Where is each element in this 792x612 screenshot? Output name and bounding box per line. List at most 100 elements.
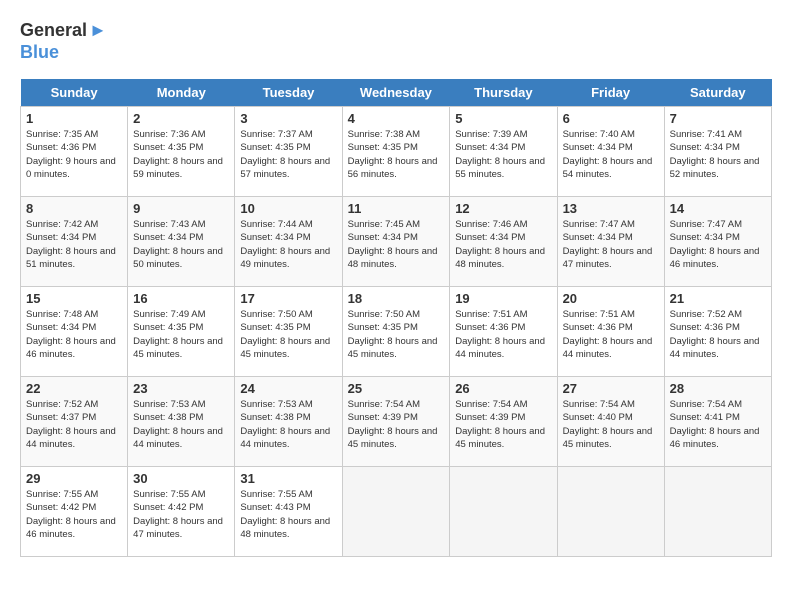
day-number: 19 <box>455 291 551 306</box>
calendar-cell <box>664 467 771 557</box>
day-info: Sunrise: 7:42 AM Sunset: 4:34 PM Dayligh… <box>26 218 122 271</box>
page-header: General► Blue <box>20 20 772 63</box>
calendar-week-row: 22 Sunrise: 7:52 AM Sunset: 4:37 PM Dayl… <box>21 377 772 467</box>
calendar-week-row: 29 Sunrise: 7:55 AM Sunset: 4:42 PM Dayl… <box>21 467 772 557</box>
calendar-cell: 31 Sunrise: 7:55 AM Sunset: 4:43 PM Dayl… <box>235 467 342 557</box>
calendar-cell: 9 Sunrise: 7:43 AM Sunset: 4:34 PM Dayli… <box>128 197 235 287</box>
day-number: 8 <box>26 201 122 216</box>
day-info: Sunrise: 7:39 AM Sunset: 4:34 PM Dayligh… <box>455 128 551 181</box>
calendar-cell: 2 Sunrise: 7:36 AM Sunset: 4:35 PM Dayli… <box>128 107 235 197</box>
day-info: Sunrise: 7:37 AM Sunset: 4:35 PM Dayligh… <box>240 128 336 181</box>
day-info: Sunrise: 7:38 AM Sunset: 4:35 PM Dayligh… <box>348 128 445 181</box>
day-number: 17 <box>240 291 336 306</box>
day-info: Sunrise: 7:55 AM Sunset: 4:42 PM Dayligh… <box>26 488 122 541</box>
day-info: Sunrise: 7:54 AM Sunset: 4:41 PM Dayligh… <box>670 398 766 451</box>
calendar-cell: 28 Sunrise: 7:54 AM Sunset: 4:41 PM Dayl… <box>664 377 771 467</box>
day-number: 21 <box>670 291 766 306</box>
calendar-cell: 6 Sunrise: 7:40 AM Sunset: 4:34 PM Dayli… <box>557 107 664 197</box>
day-number: 29 <box>26 471 122 486</box>
calendar-cell: 12 Sunrise: 7:46 AM Sunset: 4:34 PM Dayl… <box>450 197 557 287</box>
calendar-cell: 30 Sunrise: 7:55 AM Sunset: 4:42 PM Dayl… <box>128 467 235 557</box>
day-info: Sunrise: 7:47 AM Sunset: 4:34 PM Dayligh… <box>670 218 766 271</box>
day-info: Sunrise: 7:35 AM Sunset: 4:36 PM Dayligh… <box>26 128 122 181</box>
calendar-cell: 21 Sunrise: 7:52 AM Sunset: 4:36 PM Dayl… <box>664 287 771 377</box>
day-info: Sunrise: 7:55 AM Sunset: 4:43 PM Dayligh… <box>240 488 336 541</box>
logo-text: General► Blue <box>20 20 107 63</box>
day-number: 7 <box>670 111 766 126</box>
calendar-cell: 10 Sunrise: 7:44 AM Sunset: 4:34 PM Dayl… <box>235 197 342 287</box>
day-number: 16 <box>133 291 229 306</box>
calendar-cell: 19 Sunrise: 7:51 AM Sunset: 4:36 PM Dayl… <box>450 287 557 377</box>
calendar-cell: 17 Sunrise: 7:50 AM Sunset: 4:35 PM Dayl… <box>235 287 342 377</box>
day-number: 13 <box>563 201 659 216</box>
calendar-cell: 3 Sunrise: 7:37 AM Sunset: 4:35 PM Dayli… <box>235 107 342 197</box>
calendar-cell: 13 Sunrise: 7:47 AM Sunset: 4:34 PM Dayl… <box>557 197 664 287</box>
calendar-cell: 29 Sunrise: 7:55 AM Sunset: 4:42 PM Dayl… <box>21 467 128 557</box>
calendar-week-row: 1 Sunrise: 7:35 AM Sunset: 4:36 PM Dayli… <box>21 107 772 197</box>
calendar-cell: 4 Sunrise: 7:38 AM Sunset: 4:35 PM Dayli… <box>342 107 450 197</box>
col-header-wednesday: Wednesday <box>342 79 450 107</box>
calendar-cell: 15 Sunrise: 7:48 AM Sunset: 4:34 PM Dayl… <box>21 287 128 377</box>
calendar-cell: 26 Sunrise: 7:54 AM Sunset: 4:39 PM Dayl… <box>450 377 557 467</box>
day-info: Sunrise: 7:50 AM Sunset: 4:35 PM Dayligh… <box>240 308 336 361</box>
day-info: Sunrise: 7:50 AM Sunset: 4:35 PM Dayligh… <box>348 308 445 361</box>
day-number: 3 <box>240 111 336 126</box>
col-header-saturday: Saturday <box>664 79 771 107</box>
day-number: 15 <box>26 291 122 306</box>
day-number: 27 <box>563 381 659 396</box>
day-number: 20 <box>563 291 659 306</box>
calendar-table: SundayMondayTuesdayWednesdayThursdayFrid… <box>20 79 772 557</box>
day-info: Sunrise: 7:36 AM Sunset: 4:35 PM Dayligh… <box>133 128 229 181</box>
day-number: 31 <box>240 471 336 486</box>
col-header-tuesday: Tuesday <box>235 79 342 107</box>
day-info: Sunrise: 7:52 AM Sunset: 4:37 PM Dayligh… <box>26 398 122 451</box>
calendar-cell: 1 Sunrise: 7:35 AM Sunset: 4:36 PM Dayli… <box>21 107 128 197</box>
day-info: Sunrise: 7:41 AM Sunset: 4:34 PM Dayligh… <box>670 128 766 181</box>
day-info: Sunrise: 7:53 AM Sunset: 4:38 PM Dayligh… <box>240 398 336 451</box>
calendar-cell: 18 Sunrise: 7:50 AM Sunset: 4:35 PM Dayl… <box>342 287 450 377</box>
calendar-cell: 5 Sunrise: 7:39 AM Sunset: 4:34 PM Dayli… <box>450 107 557 197</box>
calendar-cell: 11 Sunrise: 7:45 AM Sunset: 4:34 PM Dayl… <box>342 197 450 287</box>
day-info: Sunrise: 7:44 AM Sunset: 4:34 PM Dayligh… <box>240 218 336 271</box>
day-info: Sunrise: 7:45 AM Sunset: 4:34 PM Dayligh… <box>348 218 445 271</box>
day-number: 4 <box>348 111 445 126</box>
calendar-cell: 22 Sunrise: 7:52 AM Sunset: 4:37 PM Dayl… <box>21 377 128 467</box>
day-number: 6 <box>563 111 659 126</box>
calendar-cell: 27 Sunrise: 7:54 AM Sunset: 4:40 PM Dayl… <box>557 377 664 467</box>
day-number: 12 <box>455 201 551 216</box>
day-info: Sunrise: 7:49 AM Sunset: 4:35 PM Dayligh… <box>133 308 229 361</box>
day-number: 25 <box>348 381 445 396</box>
calendar-cell: 14 Sunrise: 7:47 AM Sunset: 4:34 PM Dayl… <box>664 197 771 287</box>
col-header-sunday: Sunday <box>21 79 128 107</box>
calendar-cell <box>342 467 450 557</box>
day-info: Sunrise: 7:51 AM Sunset: 4:36 PM Dayligh… <box>455 308 551 361</box>
calendar-week-row: 15 Sunrise: 7:48 AM Sunset: 4:34 PM Dayl… <box>21 287 772 377</box>
col-header-friday: Friday <box>557 79 664 107</box>
day-number: 5 <box>455 111 551 126</box>
day-info: Sunrise: 7:53 AM Sunset: 4:38 PM Dayligh… <box>133 398 229 451</box>
day-number: 9 <box>133 201 229 216</box>
calendar-cell: 20 Sunrise: 7:51 AM Sunset: 4:36 PM Dayl… <box>557 287 664 377</box>
day-number: 2 <box>133 111 229 126</box>
day-info: Sunrise: 7:48 AM Sunset: 4:34 PM Dayligh… <box>26 308 122 361</box>
col-header-thursday: Thursday <box>450 79 557 107</box>
day-number: 24 <box>240 381 336 396</box>
day-info: Sunrise: 7:54 AM Sunset: 4:39 PM Dayligh… <box>455 398 551 451</box>
calendar-cell: 16 Sunrise: 7:49 AM Sunset: 4:35 PM Dayl… <box>128 287 235 377</box>
col-header-monday: Monday <box>128 79 235 107</box>
day-number: 18 <box>348 291 445 306</box>
day-info: Sunrise: 7:43 AM Sunset: 4:34 PM Dayligh… <box>133 218 229 271</box>
calendar-cell: 24 Sunrise: 7:53 AM Sunset: 4:38 PM Dayl… <box>235 377 342 467</box>
day-info: Sunrise: 7:55 AM Sunset: 4:42 PM Dayligh… <box>133 488 229 541</box>
calendar-cell <box>557 467 664 557</box>
calendar-cell: 7 Sunrise: 7:41 AM Sunset: 4:34 PM Dayli… <box>664 107 771 197</box>
day-number: 11 <box>348 201 445 216</box>
day-info: Sunrise: 7:40 AM Sunset: 4:34 PM Dayligh… <box>563 128 659 181</box>
day-info: Sunrise: 7:52 AM Sunset: 4:36 PM Dayligh… <box>670 308 766 361</box>
day-info: Sunrise: 7:54 AM Sunset: 4:39 PM Dayligh… <box>348 398 445 451</box>
day-number: 22 <box>26 381 122 396</box>
day-info: Sunrise: 7:46 AM Sunset: 4:34 PM Dayligh… <box>455 218 551 271</box>
day-number: 30 <box>133 471 229 486</box>
calendar-cell: 23 Sunrise: 7:53 AM Sunset: 4:38 PM Dayl… <box>128 377 235 467</box>
calendar-cell: 8 Sunrise: 7:42 AM Sunset: 4:34 PM Dayli… <box>21 197 128 287</box>
